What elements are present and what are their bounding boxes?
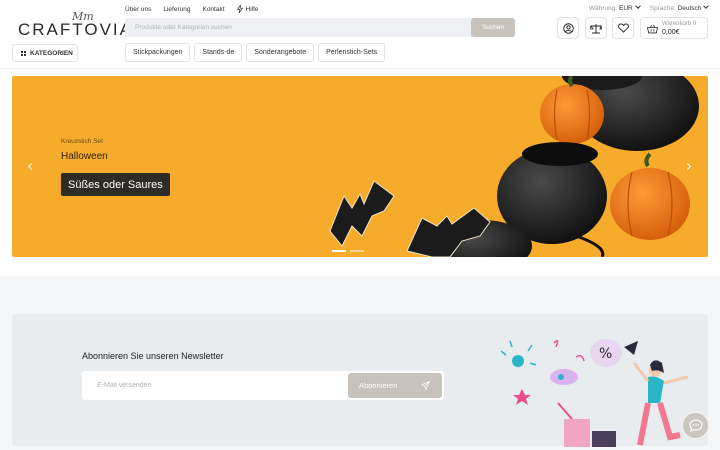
category-pill-stickpackungen[interactable]: Stickpackungen: [125, 43, 191, 62]
logo-mark: Mm: [72, 10, 94, 23]
slide-dot-2[interactable]: [350, 250, 364, 252]
categories-label: KATEGORIEN: [30, 49, 73, 57]
hero-title: Halloween: [61, 151, 108, 162]
grid-icon: [21, 50, 26, 56]
currency-value: EUR: [619, 5, 633, 12]
paper-plane-icon: [421, 381, 430, 390]
chat-icon: [688, 419, 703, 432]
scale-icon: [590, 23, 602, 33]
link-help[interactable]: Hilfe: [236, 5, 259, 13]
help-label: Hilfe: [245, 5, 259, 13]
svg-text:%: %: [599, 346, 612, 362]
header-divider: [0, 68, 720, 69]
language-label: Sprache:: [649, 5, 676, 12]
halloween-image: [329, 76, 699, 257]
category-pill-perlenstich[interactable]: Perlenstich-Sets: [318, 43, 386, 62]
newsletter-title: Abonnieren Sie unseren Newsletter: [82, 351, 224, 361]
search-input[interactable]: [125, 18, 471, 37]
subscribe-label: Abonnieren: [359, 381, 398, 390]
newsletter-email-input[interactable]: [82, 371, 348, 400]
hero-subtitle: Kreuzstich Set: [61, 138, 103, 145]
chevron-down-icon: [634, 3, 641, 9]
lightning-icon: [236, 5, 243, 13]
user-icon: [562, 22, 574, 34]
logo[interactable]: CRAFTOVIA: [18, 20, 133, 40]
search-button[interactable]: Suchen: [471, 18, 515, 37]
celebration-illustration: %: [500, 339, 689, 447]
hero-cta-button[interactable]: Süßes oder Saures: [61, 173, 170, 196]
hero-banner: Kreuzstich Set Halloween Süßes oder Saur…: [12, 76, 708, 257]
newsletter-subscribe-button[interactable]: Abonnieren: [348, 373, 442, 398]
basket-icon: [647, 24, 658, 34]
slide-dots: [332, 250, 364, 252]
category-pill-stands[interactable]: Stands-de: [194, 43, 243, 62]
category-nav: Stickpackungen Stands-de Sonderangebote …: [125, 43, 386, 62]
chat-button[interactable]: [681, 411, 710, 440]
search-bar: Suchen: [125, 18, 515, 37]
currency-select[interactable]: Währung: EUR: [589, 3, 641, 12]
cart-total: 0,00€: [662, 29, 680, 36]
top-links: Über uns Lieferung Kontakt Hilfe: [125, 5, 259, 13]
cart-button[interactable]: Warenkorb 0 0,00€: [640, 17, 708, 39]
chevron-down-icon: [703, 3, 710, 9]
categories-button[interactable]: KATEGORIEN: [12, 44, 78, 62]
locale-selectors: Währung: EUR Sprache: Deutsch: [589, 3, 710, 12]
language-select[interactable]: Sprache: Deutsch: [649, 3, 710, 12]
link-contact[interactable]: Kontakt: [202, 6, 224, 13]
category-pill-sonderangebote[interactable]: Sonderangebote: [246, 43, 315, 62]
compare-button[interactable]: [585, 17, 607, 39]
currency-label: Währung:: [589, 5, 618, 12]
slide-dot-1[interactable]: [332, 250, 346, 252]
newsletter-form: Abonnieren: [82, 371, 444, 400]
prev-slide-arrow-icon[interactable]: [24, 159, 38, 173]
next-slide-arrow-icon[interactable]: [680, 159, 694, 173]
link-delivery[interactable]: Lieferung: [163, 6, 190, 13]
account-button[interactable]: [557, 17, 579, 39]
language-value: Deutsch: [677, 5, 702, 12]
page: CRAFTOVIA Mm KATEGORIEN Über uns Lieferu…: [0, 0, 720, 450]
wishlist-button[interactable]: [612, 17, 634, 39]
heart-icon: [617, 23, 629, 33]
cart-label: Warenkorb 0: [662, 21, 697, 27]
link-about[interactable]: Über uns: [125, 6, 151, 13]
